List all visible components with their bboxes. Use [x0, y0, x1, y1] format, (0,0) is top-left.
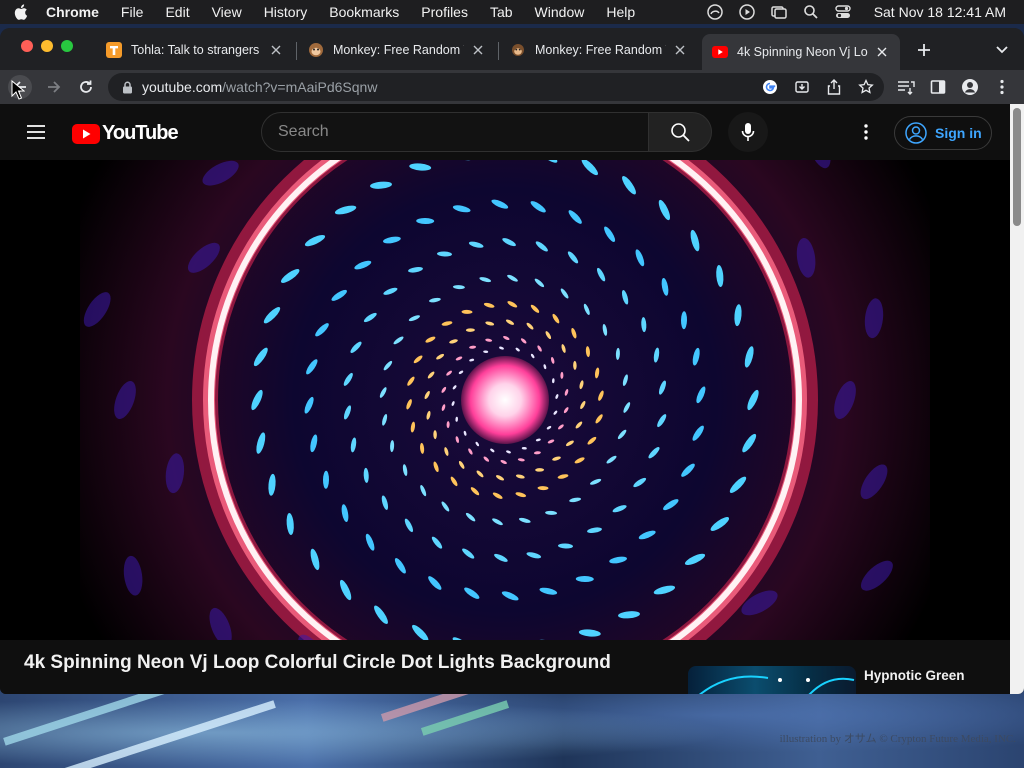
tab-tohla[interactable]: Tohla: Talk to strangers — [96, 34, 294, 66]
tab-strip: Tohla: Talk to strangers Monkey: Free Ra… — [0, 28, 1024, 70]
tab-title: Monkey: Free Random V — [333, 43, 464, 57]
tab-monkey-2[interactable]: Monkey: Free Random V — [500, 34, 698, 66]
youtube-play-logo-icon — [72, 123, 100, 144]
menu-profiles[interactable]: Profiles — [421, 4, 468, 20]
macos-menubar: Chrome File Edit View History Bookmarks … — [0, 0, 1024, 24]
menu-help[interactable]: Help — [606, 4, 635, 20]
chrome-window: Tohla: Talk to strangers Monkey: Free Ra… — [0, 28, 1024, 694]
search-field[interactable] — [261, 112, 649, 152]
profile-icon[interactable] — [958, 75, 982, 99]
creative-cloud-icon[interactable] — [706, 3, 724, 21]
tab-youtube-active[interactable]: 4k Spinning Neon Vj Loo — [702, 34, 900, 70]
wallpaper-credit: illustration by オサム © Crypton Future Med… — [779, 733, 1016, 745]
zoom-window-button[interactable] — [61, 40, 73, 52]
youtube-header: YouTube Sign in — [0, 104, 1010, 160]
url-path: /watch?v=mAaiPd6Sqnw — [222, 79, 378, 95]
search-input[interactable] — [278, 123, 648, 141]
screen-mirroring-icon[interactable] — [770, 3, 788, 21]
video-player[interactable] — [0, 160, 1010, 640]
settings-more-icon[interactable] — [856, 120, 876, 144]
vertical-scrollbar[interactable] — [1010, 104, 1024, 694]
close-window-button[interactable] — [21, 40, 33, 52]
sign-in-button[interactable]: Sign in — [894, 116, 992, 150]
url-domain: youtube.com — [142, 79, 223, 95]
reload-button[interactable] — [74, 75, 98, 99]
menu-chrome[interactable]: Chrome — [46, 4, 99, 20]
account-circle-icon — [905, 122, 927, 144]
menubar-clock[interactable]: Sat Nov 18 12:41 AM — [874, 4, 1006, 20]
url-text[interactable]: youtube.com/watch?v=mAaiPd6Sqnw — [142, 79, 377, 95]
youtube-page: YouTube Sign in — [0, 104, 1024, 694]
menu-bookmarks[interactable]: Bookmarks — [329, 4, 399, 20]
menu-history[interactable]: History — [264, 4, 308, 20]
microphone-icon — [741, 123, 755, 141]
menu-tab[interactable]: Tab — [490, 4, 513, 20]
tab-search-chevron-icon[interactable] — [992, 40, 1012, 60]
tab-separator — [296, 42, 297, 60]
tohla-icon — [106, 42, 122, 58]
video-title: 4k Spinning Neon Vj Loop Colorful Circle… — [24, 652, 611, 673]
menu-view[interactable]: View — [212, 4, 242, 20]
sign-in-label: Sign in — [935, 125, 982, 141]
new-tab-icon[interactable] — [914, 40, 934, 60]
address-bar[interactable]: youtube.com/watch?v=mAaiPd6Sqnw — [108, 73, 884, 101]
youtube-icon — [712, 44, 728, 60]
share-icon[interactable] — [824, 77, 844, 97]
google-lens-icon[interactable] — [760, 77, 780, 97]
tab-title: 4k Spinning Neon Vj Loo — [737, 45, 868, 59]
vertical-scrollbar-thumb[interactable] — [1013, 108, 1021, 226]
search-icon — [671, 123, 690, 142]
side-panel-icon[interactable] — [926, 75, 950, 99]
play-icon[interactable] — [738, 3, 756, 21]
close-tab-icon[interactable] — [874, 44, 890, 60]
wallpaper-streak — [420, 700, 510, 736]
close-tab-icon[interactable] — [268, 42, 284, 58]
forward-button[interactable] — [42, 75, 66, 99]
close-tab-icon[interactable] — [672, 42, 688, 58]
tab-title: Tohla: Talk to strangers — [131, 43, 260, 57]
monkey-icon — [510, 42, 526, 58]
chrome-menu-icon[interactable] — [990, 75, 1014, 99]
voice-search-button[interactable] — [728, 112, 768, 152]
install-app-icon[interactable] — [792, 77, 812, 97]
suggested-video-title[interactable]: Hypnotic Green — [864, 668, 965, 683]
apple-icon[interactable] — [14, 4, 28, 20]
menu-edit[interactable]: Edit — [165, 4, 189, 20]
menu-window[interactable]: Window — [535, 4, 585, 20]
close-tab-icon[interactable] — [470, 42, 486, 58]
tab-title: Monkey: Free Random V — [535, 43, 666, 57]
bookmark-star-icon[interactable] — [856, 77, 876, 97]
neon-tunnel-video-frame — [0, 160, 1010, 640]
browser-toolbar: youtube.com/watch?v=mAaiPd6Sqnw — [0, 70, 1024, 104]
spotlight-search-icon[interactable] — [802, 3, 820, 21]
suggested-video-thumbnail[interactable] — [688, 666, 856, 694]
control-center-icon[interactable] — [834, 3, 852, 21]
reading-list-icon[interactable] — [894, 75, 918, 99]
search-button[interactable] — [648, 112, 712, 152]
youtube-logo[interactable]: YouTube — [72, 122, 179, 145]
monkey-icon — [308, 42, 324, 58]
mouse-cursor-icon — [11, 80, 25, 100]
youtube-wordmark: YouTube — [102, 122, 179, 144]
tab-monkey-1[interactable]: Monkey: Free Random V — [298, 34, 496, 66]
minimize-window-button[interactable] — [41, 40, 53, 52]
menu-file[interactable]: File — [121, 4, 144, 20]
hamburger-menu-icon[interactable] — [24, 120, 48, 144]
lock-icon[interactable] — [120, 80, 134, 94]
tab-separator — [498, 42, 499, 60]
